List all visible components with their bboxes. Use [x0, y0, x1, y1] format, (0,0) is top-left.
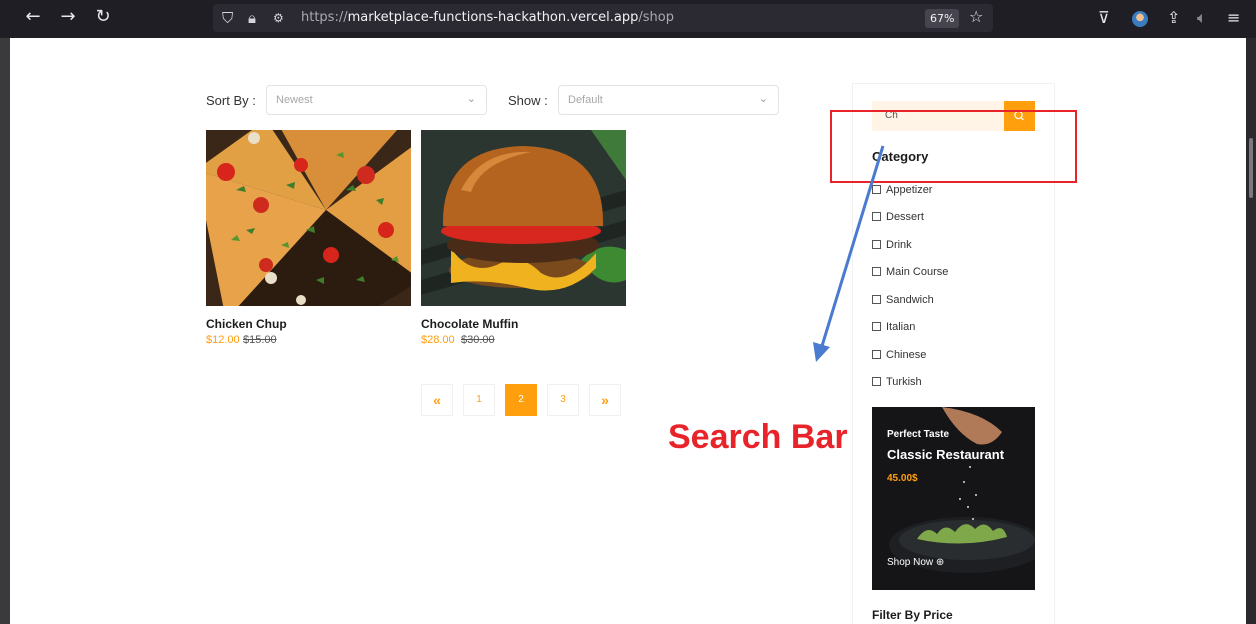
- checkbox-icon[interactable]: [872, 322, 881, 331]
- speaker-icon[interactable]: 🔈︎: [1197, 8, 1207, 28]
- lock-icon[interactable]: 🔒︎: [248, 8, 256, 28]
- sort-by-value: Newest: [276, 94, 313, 106]
- product-image-pizza[interactable]: [206, 130, 411, 306]
- url-text[interactable]: https://marketplace-functions-hackathon.…: [301, 10, 674, 25]
- category-checkbox-turkish[interactable]: Turkish: [872, 376, 922, 388]
- checkbox-icon[interactable]: [872, 350, 881, 359]
- checkbox-icon[interactable]: [872, 185, 881, 194]
- account-avatar-icon[interactable]: [1132, 11, 1148, 27]
- category-label: Turkish: [886, 376, 922, 388]
- zoom-level-badge[interactable]: 67%: [925, 9, 960, 28]
- promo-title: Classic Restaurant: [887, 447, 1005, 462]
- product-price: $12.00: [206, 334, 240, 346]
- show-select[interactable]: Default ⌄: [558, 85, 779, 115]
- category-label: Drink: [886, 239, 912, 251]
- product-image-burger[interactable]: [421, 130, 626, 306]
- pocket-icon[interactable]: ⊽: [1098, 8, 1110, 28]
- search-bar-highlight-box: [830, 110, 1077, 183]
- pagination-page-3[interactable]: 3: [547, 384, 579, 416]
- product-old-price: $15.00: [243, 334, 277, 346]
- forward-icon[interactable]: →: [57, 6, 79, 28]
- promo-price: 45.00$: [887, 473, 918, 484]
- bookmark-star-icon[interactable]: ☆: [969, 7, 983, 27]
- pagination-page-2[interactable]: 2: [505, 384, 537, 416]
- checkbox-icon[interactable]: [872, 267, 881, 276]
- checkbox-icon[interactable]: [872, 295, 881, 304]
- menu-icon[interactable]: ≡: [1227, 8, 1240, 28]
- browser-toolbar: ← → ↻ ⛉ 🔒︎ ⚙ https://marketplace-functio…: [0, 0, 1256, 38]
- scrollbar-thumb[interactable]: [1249, 138, 1253, 198]
- pagination-first-button[interactable]: «: [421, 384, 453, 416]
- category-label: Appetizer: [886, 184, 933, 196]
- arrow-circle-icon: ⊕: [935, 557, 945, 568]
- shop-now-link[interactable]: Shop Now ⊕: [887, 557, 944, 568]
- chevron-down-icon: ⌄: [466, 92, 476, 105]
- checkbox-icon[interactable]: [872, 377, 881, 386]
- product-name[interactable]: Chicken Chup: [206, 317, 287, 331]
- category-checkbox-drink[interactable]: Drink: [872, 239, 912, 251]
- shield-icon[interactable]: ⛉: [222, 8, 233, 28]
- promo-subtitle: Perfect Taste: [887, 429, 950, 440]
- category-checkbox-main-course[interactable]: Main Course: [872, 266, 948, 278]
- category-checkbox-sandwich[interactable]: Sandwich: [872, 294, 934, 306]
- sort-by-label: Sort By :: [206, 93, 256, 108]
- sort-by-select[interactable]: Newest ⌄: [266, 85, 487, 115]
- product-price: $28.00: [421, 334, 455, 346]
- category-label: Sandwich: [886, 294, 934, 306]
- web-page: Sort By : Newest ⌄ Show : Default ⌄ Chic…: [10, 38, 1246, 624]
- pagination-page-1[interactable]: 1: [463, 384, 495, 416]
- share-icon[interactable]: ⇪: [1167, 8, 1180, 28]
- annotation-label: Search Bar: [668, 418, 848, 456]
- category-checkbox-appetizer[interactable]: Appetizer: [872, 184, 932, 196]
- shop-now-label: Shop Now: [887, 557, 934, 568]
- category-label: Dessert: [886, 211, 924, 223]
- category-label: Chinese: [886, 349, 927, 361]
- back-icon[interactable]: ←: [22, 6, 44, 28]
- chevron-down-icon: ⌄: [758, 92, 768, 105]
- category-checkbox-chinese[interactable]: Chinese: [872, 349, 926, 361]
- reload-icon[interactable]: ↻: [92, 6, 114, 28]
- permissions-icon[interactable]: ⚙: [273, 8, 284, 28]
- category-label: Italian: [886, 321, 916, 333]
- pagination-last-button[interactable]: »: [589, 384, 621, 416]
- page-scrollbar[interactable]: [1246, 38, 1256, 624]
- category-checkbox-italian[interactable]: Italian: [872, 321, 915, 333]
- show-value: Default: [568, 94, 603, 106]
- filter-by-price-title: Filter By Price: [872, 608, 953, 622]
- product-old-price: $30.00: [461, 334, 495, 346]
- promo-banner[interactable]: Perfect Taste Classic Restaurant 45.00$ …: [872, 407, 1035, 590]
- checkbox-icon[interactable]: [872, 212, 881, 221]
- category-checkbox-dessert[interactable]: Dessert: [872, 211, 924, 223]
- category-label: Main Course: [886, 266, 949, 278]
- address-bar[interactable]: ⛉ 🔒︎ ⚙ https://marketplace-functions-hac…: [213, 4, 993, 32]
- checkbox-icon[interactable]: [872, 240, 881, 249]
- show-label: Show :: [508, 93, 548, 108]
- product-name[interactable]: Chocolate Muffin: [421, 317, 518, 331]
